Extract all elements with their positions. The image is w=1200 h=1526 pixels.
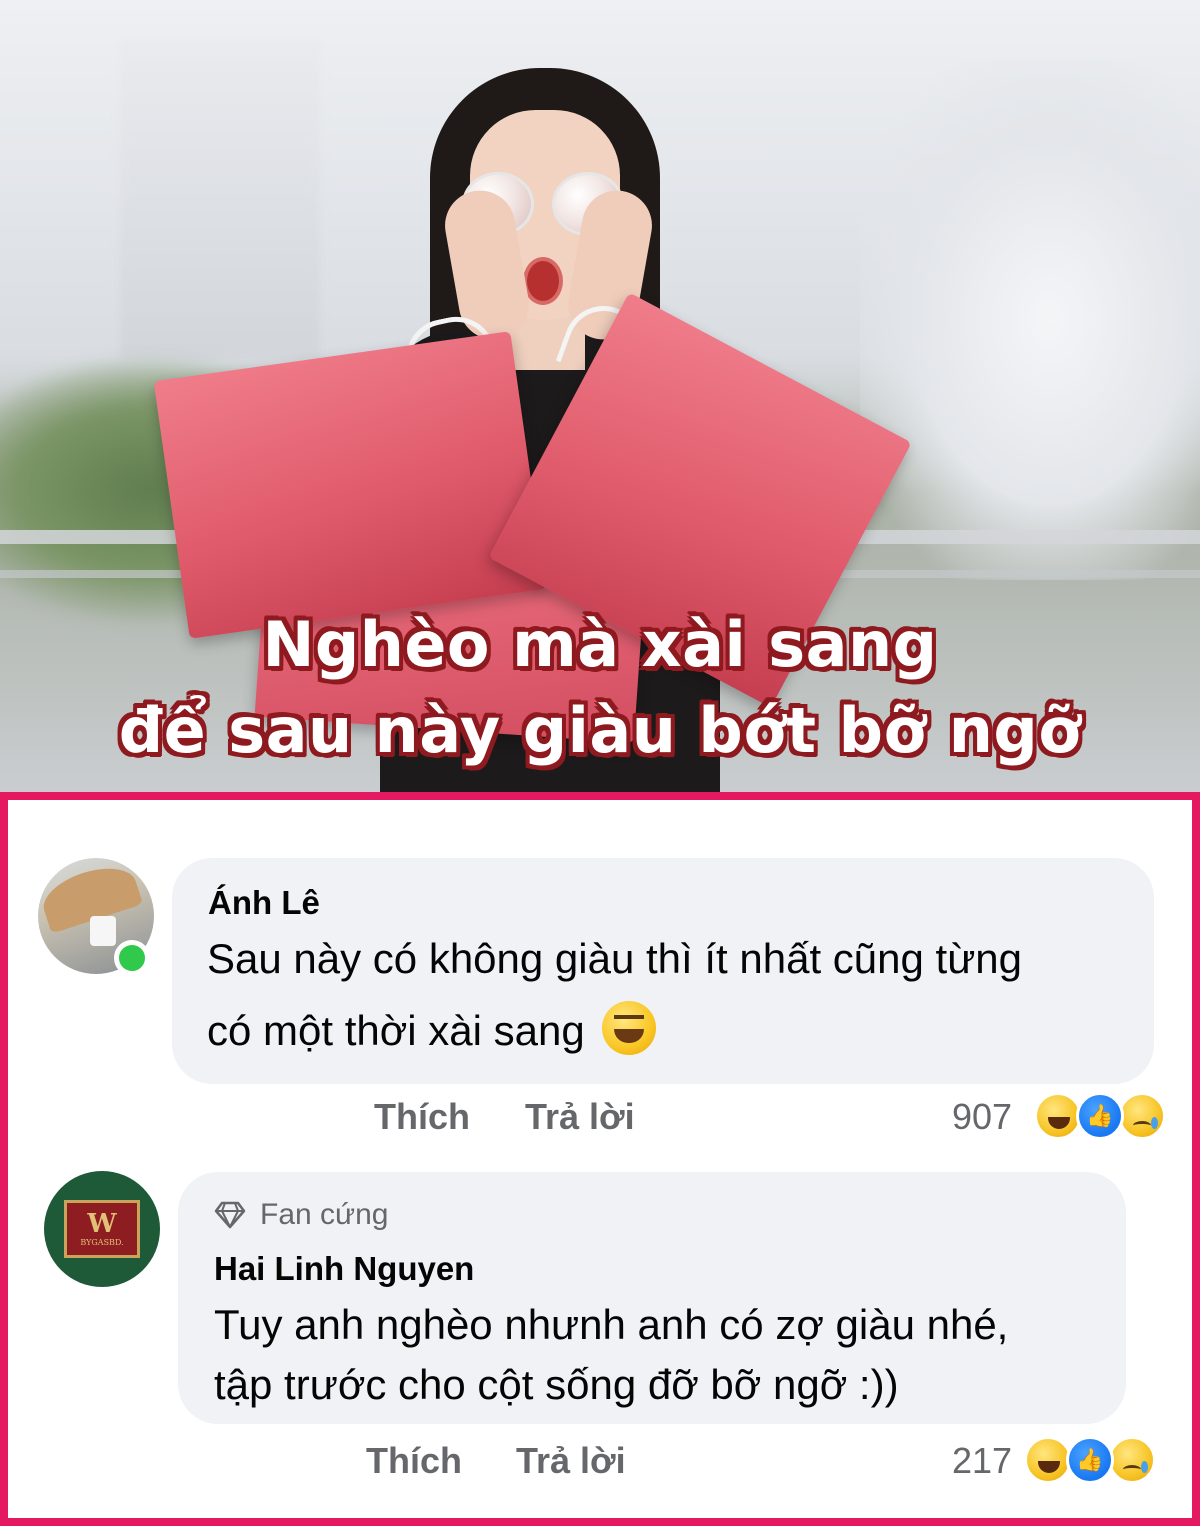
sad-reaction-icon [1108,1436,1156,1484]
logo-subtext: BYGASBD. [80,1238,124,1247]
reply-button[interactable]: Trả lời [516,1440,626,1482]
comment-text-line-2: tập trước cho cột sống đỡ bỡ ngỡ :)) [214,1361,899,1408]
reactions-summary[interactable]: 👍 [1024,1436,1156,1484]
caption-line-2: để sau này giàu bớt bỡ ngỡ [118,694,1082,767]
background-light [860,60,1200,580]
caption-line-1: Nghèo mà xài sang [262,608,938,681]
top-fan-badge: Fan cứng [214,1198,388,1232]
logo-letter: W [87,1209,117,1239]
reply-button[interactable]: Trả lời [525,1096,635,1138]
sad-reaction-icon [1118,1092,1166,1140]
reaction-count[interactable]: 217 [952,1440,1012,1482]
like-button[interactable]: Thích [374,1096,470,1138]
reaction-count[interactable]: 907 [952,1096,1012,1138]
like-reaction-icon: 👍 [1076,1092,1124,1140]
haha-reaction-icon [1024,1436,1072,1484]
cup-icon [90,916,116,946]
comment-text-line-2: có một thời xài sang [207,996,657,1066]
online-status-icon [114,940,150,976]
avatar[interactable]: W BYGASBD. [44,1171,160,1287]
comment-text: có một thời xài sang [207,1007,585,1054]
comment-author[interactable]: Ánh Lê [208,884,320,922]
reactions-summary[interactable]: 👍 [1034,1092,1166,1140]
brand-logo-icon: W BYGASBD. [64,1200,140,1258]
like-reaction-icon: 👍 [1066,1436,1114,1484]
like-button[interactable]: Thích [366,1440,462,1482]
haha-reaction-icon [1034,1092,1082,1140]
meme-photo: Nghèo mà xài sang để sau này giàu bớt bỡ… [0,0,1200,792]
badge-label: Fan cứng [260,1198,389,1231]
diamond-icon [214,1201,246,1229]
comment-author[interactable]: Hai Linh Nguyen [214,1250,474,1288]
comment-text: Sau này có không giàu thì ít nhất cũng t… [207,935,1023,982]
surprised-mouth [523,257,563,305]
background-building [120,40,320,360]
shopping-bag [153,331,547,639]
grinning-squinting-face-icon [602,1001,657,1055]
